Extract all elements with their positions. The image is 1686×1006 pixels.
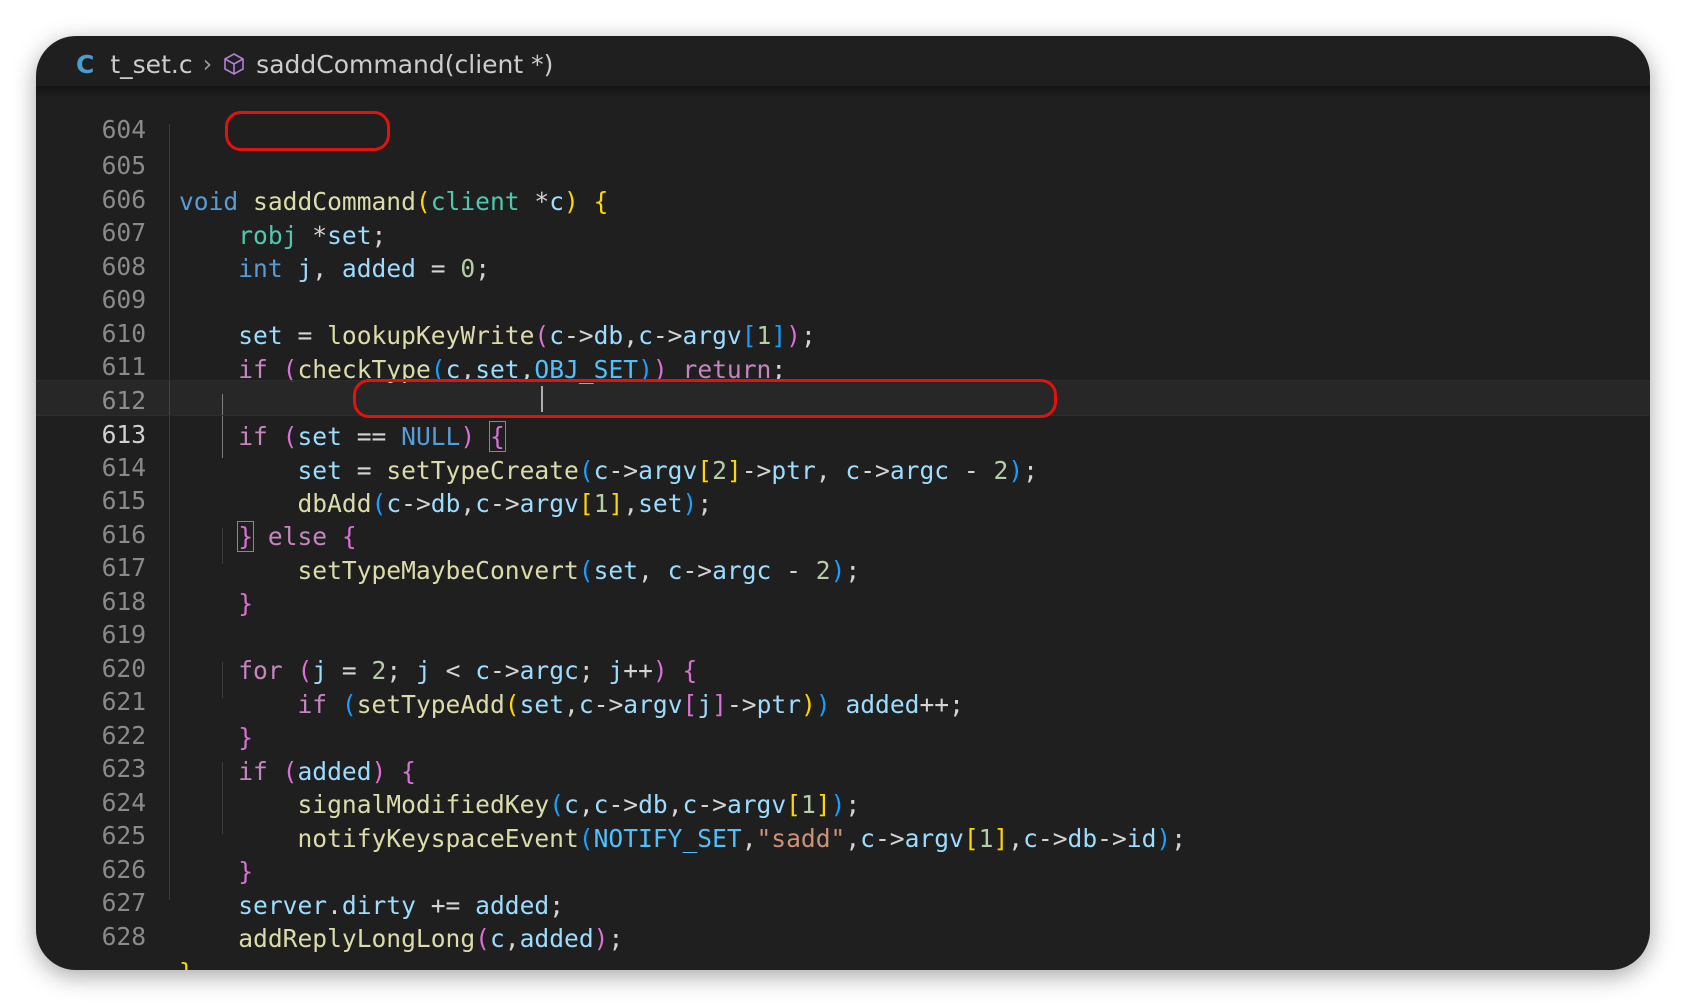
code-line[interactable]: 611 — [36, 313, 1650, 381]
code-line[interactable]: 615 } else { — [36, 447, 1650, 552]
text-cursor — [541, 386, 543, 412]
code-line[interactable]: 618 — [36, 548, 1650, 616]
code-line[interactable]: 616 setTypeMaybeConvert(set, c->argc - 2… — [36, 481, 1650, 585]
code-line[interactable]: 612 if (set == NULL) { — [36, 347, 1650, 452]
code-line[interactable]: 626 server.dirty += added; — [36, 816, 1650, 920]
breadcrumb-symbol[interactable]: saddCommand(client *) — [256, 50, 553, 79]
code-line-partial: 604 — [36, 76, 1650, 144]
code-line[interactable]: 625 } — [36, 782, 1650, 886]
code-line[interactable]: 622 if (added) { — [36, 682, 1650, 786]
code-editor-window: C t_set.c › saddCommand(client *) 604 60… — [36, 36, 1650, 970]
code-line[interactable]: 608 — [36, 213, 1650, 281]
code-line[interactable]: 620 if (setTypeAdd(set,c->argv[j]->ptr))… — [36, 615, 1650, 719]
code-line-current[interactable]: 613 set = setTypeCreate(c->argv[2]->ptr,… — [36, 380, 1650, 485]
code-line[interactable]: 621 } — [36, 648, 1650, 752]
chevron-right-icon: › — [202, 50, 213, 78]
editor-body[interactable]: 604 605 void saddCommand(client *c) { 60… — [36, 96, 1650, 970]
code-line[interactable]: 617 } — [36, 514, 1650, 618]
code-line[interactable]: 607 int j, added = 0; — [36, 179, 1650, 283]
code-line[interactable]: 605 void saddCommand(client *c) { — [36, 112, 1650, 216]
line-number: 628 — [101, 922, 146, 951]
code-line[interactable]: 609 set = lookupKeyWrite(c->db,c->argv[1… — [36, 246, 1650, 350]
breadcrumb-file[interactable]: t_set.c — [110, 50, 192, 79]
code-line[interactable]: 623 signalModifiedKey(c,c->db,c->argv[1]… — [36, 715, 1650, 819]
code-line[interactable]: 606 robj *set; — [36, 146, 1650, 250]
c-language-icon: C — [76, 49, 95, 79]
code-line[interactable]: 614 dbAdd(c->db,c->argv[1],set); — [36, 414, 1650, 518]
line-code: addReplyLongLong(c,added); — [238, 924, 624, 953]
code-line[interactable]: 627 addReplyLongLong(c,added); — [36, 849, 1650, 953]
code-line[interactable]: 624 notifyKeyspaceEvent(NOTIFY_SET,"sadd… — [36, 749, 1650, 853]
cube-icon — [222, 52, 246, 76]
code-line[interactable]: 628 } — [36, 883, 1650, 970]
code-line[interactable]: 619 for (j = 2; j < c->argc; j++) { — [36, 581, 1650, 685]
line-code: } — [179, 955, 194, 970]
code-line[interactable]: 610 if (checkType(c,set,OBJ_SET)) return… — [36, 280, 1650, 384]
